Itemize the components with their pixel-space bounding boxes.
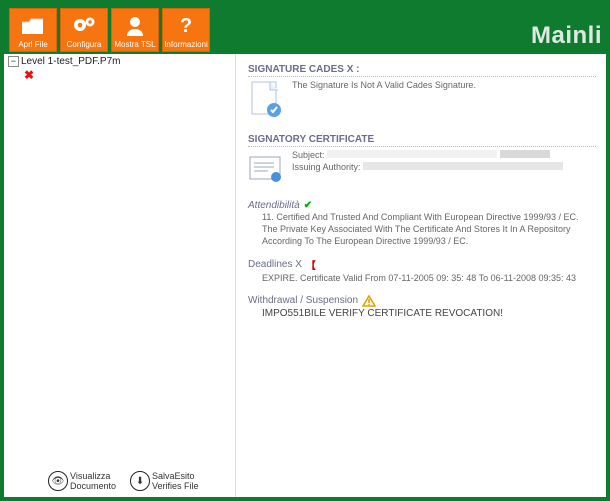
suspension-heading: Withdrawal / Suspension [248,295,596,307]
signature-section-title: SIGNATURE CADES X : [248,64,596,77]
signature-message: The Signature Is Not A Valid Cades Signa… [292,80,476,90]
red-bracket-icon: 【 [306,257,316,272]
show-tsl-button[interactable]: Mostra TSL [111,8,159,52]
eye-icon: 👁 [48,471,68,491]
deadlines-title: Deadlines X [248,259,302,270]
folder-icon [20,9,46,40]
reliability-heading: Attendibilità ✔ [248,200,596,211]
subject-value-redacted [327,150,497,158]
issuer-label: Issuing Authority: [292,162,361,172]
save-result-labels: SalvaEsito Verifies File [152,471,199,491]
info-label: Informazioni [164,40,208,51]
tree-child-item[interactable]: ✖ [24,68,233,82]
reliability-line2: The Private Key Associated With The Cert… [262,223,596,235]
view-document-button[interactable]: 👁 Visualizza Documento [48,471,116,491]
download-icon: ⬇ [130,471,150,491]
configure-label: Configura [67,40,102,51]
suspension-title: Withdrawal / Suspension [248,295,358,306]
issuer-row: Issuing Authority: [292,162,563,172]
subject-row: Subject: [292,150,563,160]
info-button[interactable]: ? Informazioni [162,8,210,52]
certificate-icon [248,150,284,190]
open-file-button[interactable]: Apri File [9,8,57,52]
certificate-section-title: SIGNATORY CERTIFICATE [248,134,596,147]
certificate-row: Subject: Issuing Authority: [248,150,596,190]
app-window: Apri File Configura Mostra TSL ? Informa… [0,0,610,501]
content-area: − Level 1-test_PDF.P7m ✖ 👁 Visualizza Do… [4,54,606,497]
person-icon [122,9,148,40]
deadlines-line: EXPIRE. Certificate Valid From 07-11-200… [262,272,596,284]
question-icon: ? [173,9,199,40]
save-result-label: SalvaEsito [152,471,199,481]
reliability-text: 11. Certified And Trusted And Compliant … [262,211,596,247]
detail-pane: SIGNATURE CADES X : The Signature Is Not… [236,54,606,497]
watermark-text: Mainli [531,22,602,50]
sidebar: − Level 1-test_PDF.P7m ✖ 👁 Visualizza Do… [4,54,236,497]
certificate-details: Subject: Issuing Authority: [292,150,563,172]
signature-row: The Signature Is Not A Valid Cades Signa… [248,80,596,120]
issuer-value-redacted [363,162,563,170]
file-tree: − Level 1-test_PDF.P7m ✖ [4,54,235,82]
show-tsl-label: Mostra TSL [114,40,155,51]
gears-icon [71,9,97,40]
suspension-line: IMPO551BILE VERIFY CERTIFICATE REVOCATIO… [262,307,596,321]
reliability-title: Attendibilità [248,200,300,211]
sidebar-actions: 👁 Visualizza Documento ⬇ SalvaEsito Veri… [48,471,199,491]
topbar: Apri File Configura Mostra TSL ? Informa… [4,4,606,54]
open-file-label: Apri File [18,40,47,51]
tree-root-label: Level 1-test_PDF.P7m [21,56,121,67]
subject-label: Subject: [292,150,325,160]
check-icon: ✔ [304,200,312,211]
toolbar: Apri File Configura Mostra TSL ? Informa… [4,4,210,54]
save-result-button[interactable]: ⬇ SalvaEsito Verifies File [130,471,199,491]
deadlines-heading: Deadlines X 【 [248,257,596,272]
collapse-icon[interactable]: − [8,56,19,67]
svg-text:?: ? [180,15,192,36]
invalid-icon: ✖ [24,68,34,82]
reliability-line3: According To The European Directive 1999… [262,235,596,247]
reliability-line1: 11. Certified And Trusted And Compliant … [262,211,596,223]
tree-root-item[interactable]: − Level 1-test_PDF.P7m [8,56,233,67]
verify-file-label: Verifies File [152,481,199,491]
subject-value-redacted2 [500,150,550,158]
configure-button[interactable]: Configura [60,8,108,52]
signature-doc-icon [248,80,284,120]
warning-icon [362,295,376,307]
view-document-label: Visualizza Documento [70,471,116,491]
